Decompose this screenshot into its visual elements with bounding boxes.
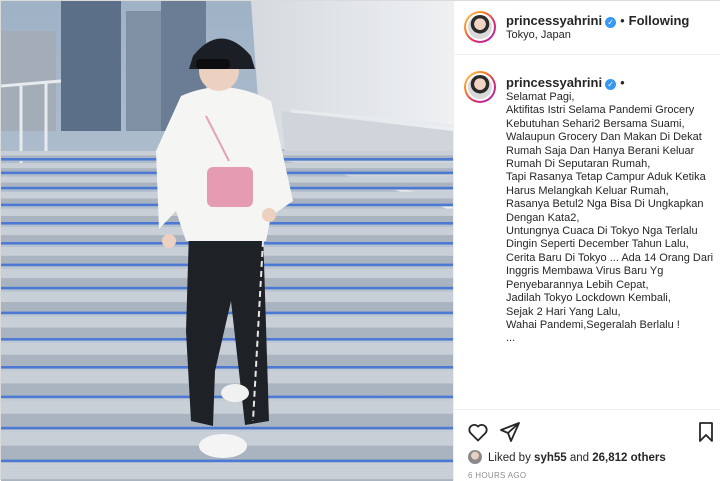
location-link[interactable]: Tokyo, Japan: [506, 29, 571, 41]
action-bar: Liked by syh55 and 26,812 others 6 HOURS…: [454, 409, 720, 481]
caption-text: Selamat Pagi, Aktifitas Istri Selama Pan…: [506, 91, 714, 345]
avatar-ring: [466, 73, 494, 101]
post-timestamp: 6 HOURS AGO: [468, 471, 527, 480]
likes-others-link[interactable]: 26,812 others: [592, 452, 666, 464]
verified-badge-icon: ✓: [605, 79, 617, 90]
paper-plane-icon[interactable]: [498, 420, 522, 444]
caption-header: princessyahrini ✓ •: [506, 74, 629, 92]
profile-avatar[interactable]: [464, 11, 496, 43]
likes-prefix: Liked by: [488, 452, 531, 464]
likes-and: and: [569, 452, 590, 464]
caption-separator: •: [620, 75, 625, 90]
caption-section: princessyahrini ✓ • Selamat Pagi, Aktifita…: [454, 55, 720, 409]
post-sidebar: princessyahrini ✓ • Following Tokyo, Japan …: [453, 1, 720, 481]
avatar-ring: [466, 13, 494, 41]
verified-badge-icon: ✓: [605, 17, 617, 28]
avatar-photo: [468, 15, 492, 39]
header-username[interactable]: princessyahrini: [506, 13, 602, 28]
caption-avatar[interactable]: [464, 71, 496, 103]
bookmark-icon[interactable]: [694, 420, 718, 444]
avatar-photo: [468, 75, 492, 99]
heart-icon[interactable]: [466, 420, 490, 444]
caption-username[interactable]: princessyahrini: [506, 75, 602, 90]
following-button[interactable]: Following: [629, 13, 690, 28]
post-header: princessyahrini ✓ • Following Tokyo, Japan: [454, 1, 720, 55]
likes-summary: Liked by syh55 and 26,812 others: [468, 450, 666, 464]
liker-avatar: [468, 450, 482, 464]
header-separator: •: [620, 13, 625, 28]
header-line: princessyahrini ✓ • Following: [506, 12, 689, 30]
instagram-post: princessyahrini ✓ • Following Tokyo, Japan …: [0, 0, 720, 481]
liker-username[interactable]: syh55: [534, 452, 567, 464]
post-photo[interactable]: [1, 1, 453, 481]
photo-illustration: [1, 1, 453, 481]
